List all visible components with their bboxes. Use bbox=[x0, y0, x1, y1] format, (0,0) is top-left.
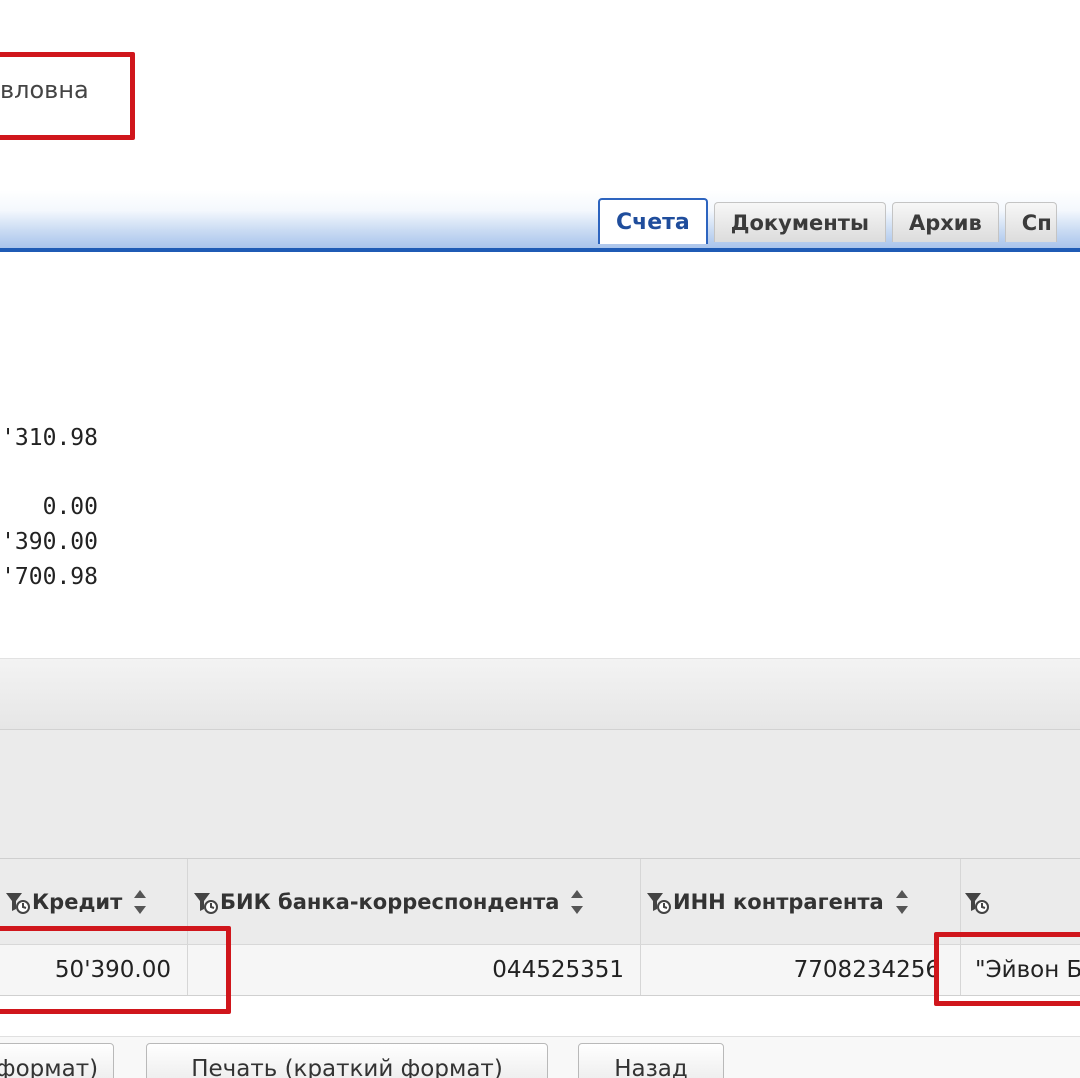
filter-icon[interactable] bbox=[645, 889, 671, 915]
highlight-credit-box bbox=[0, 926, 231, 1014]
sort-icon[interactable] bbox=[132, 887, 148, 917]
column-inn[interactable]: ИНН контрагента bbox=[641, 859, 961, 945]
opening-balance-value: '310.98 bbox=[1, 425, 98, 451]
tab-bar: Счета Документы Архив Сп bbox=[0, 190, 1080, 252]
cell-bic: 044525351 bbox=[188, 945, 641, 995]
closing-balance-value: '700.98 bbox=[1, 564, 98, 590]
action-buttons: формат) Печать (краткий формат) Назад bbox=[0, 1036, 1080, 1078]
tabs: Счета Документы Архив Сп bbox=[598, 198, 1057, 244]
sort-icon[interactable] bbox=[894, 887, 910, 917]
tab-accounts[interactable]: Счета bbox=[598, 198, 708, 244]
grid-area bbox=[0, 730, 1080, 858]
bank-statement-window: вловна Счета Документы Архив Сп '310.98 … bbox=[0, 0, 1080, 1078]
filter-icon[interactable] bbox=[4, 889, 30, 915]
sort-icon[interactable] bbox=[569, 887, 585, 917]
highlight-counterparty-box bbox=[934, 932, 1080, 1006]
back-button[interactable]: Назад bbox=[578, 1043, 724, 1078]
column-bic-label: БИК банка-корреспондента bbox=[220, 890, 560, 914]
tab-archive[interactable]: Архив bbox=[891, 202, 999, 242]
print-short-button[interactable]: Печать (краткий формат) bbox=[146, 1043, 548, 1078]
tab-directory[interactable]: Сп bbox=[1004, 202, 1057, 242]
tab-documents[interactable]: Документы bbox=[713, 202, 886, 242]
debit-turnover-value: 0.00 bbox=[42, 494, 98, 520]
balance-summary: '310.98 0.00 '390.00 '700.98 bbox=[0, 420, 100, 610]
column-bic[interactable]: БИК банка-корреспондента bbox=[188, 859, 641, 945]
highlight-owner-box bbox=[0, 52, 135, 140]
credit-turnover-value: '390.00 bbox=[1, 529, 98, 555]
cell-inn: 7708234256 bbox=[641, 945, 961, 995]
filter-icon[interactable] bbox=[963, 889, 989, 915]
column-inn-label: ИНН контрагента bbox=[673, 890, 884, 914]
filter-icon[interactable] bbox=[192, 889, 218, 915]
column-credit-label: Кредит bbox=[32, 890, 123, 914]
print-full-button[interactable]: формат) bbox=[0, 1043, 114, 1078]
grid-toolbar bbox=[0, 658, 1080, 731]
